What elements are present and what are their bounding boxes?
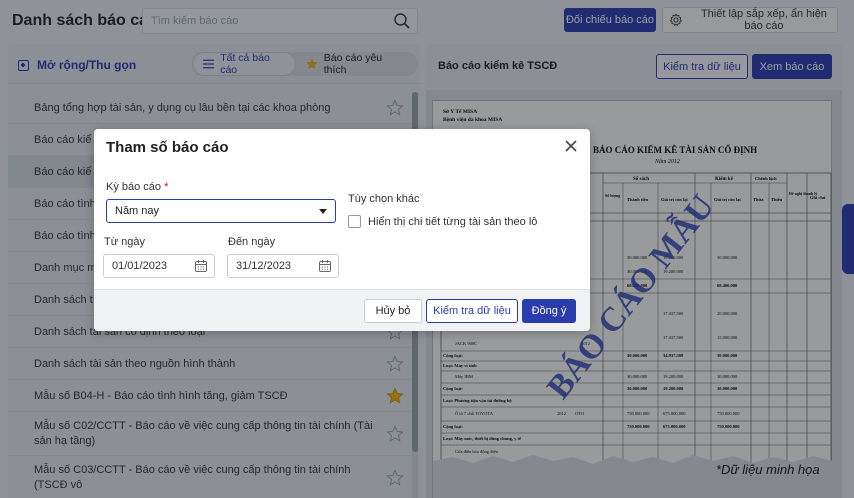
period-select-value: Năm nay xyxy=(115,205,160,217)
to-date-input[interactable]: 31/12/2023 xyxy=(227,254,339,278)
dialog-check-data-button[interactable]: Kiểm tra dữ liệu xyxy=(426,299,518,323)
close-icon[interactable] xyxy=(564,139,578,153)
required-mark: * xyxy=(164,181,169,193)
from-date-label: Từ ngày xyxy=(104,236,145,248)
report-parameters-dialog: Tham số báo cáo Kỳ báo cáo * Năm nay Tùy… xyxy=(94,129,590,331)
period-label-text: Kỳ báo cáo xyxy=(106,181,162,193)
from-date-value: 01/01/2023 xyxy=(112,260,168,272)
dialog-footer: Hủy bỏ Kiểm tra dữ liệu Đồng ý xyxy=(94,289,590,331)
period-label: Kỳ báo cáo * xyxy=(106,181,168,193)
confirm-button[interactable]: Đồng ý xyxy=(522,299,576,323)
cancel-button[interactable]: Hủy bỏ xyxy=(364,299,422,323)
dialog-title: Tham số báo cáo xyxy=(106,139,229,156)
detail-by-lot-checkbox[interactable] xyxy=(348,215,361,228)
calendar-icon[interactable] xyxy=(318,259,332,273)
to-date-label: Đến ngày xyxy=(228,236,276,248)
period-select[interactable]: Năm nay xyxy=(106,199,336,223)
other-options-label: Tùy chọn khác xyxy=(348,193,420,205)
detail-by-lot-label: Hiển thị chi tiết từng tài sản theo lô xyxy=(368,216,538,228)
from-date-input[interactable]: 01/01/2023 xyxy=(103,254,215,278)
calendar-icon[interactable] xyxy=(194,259,208,273)
to-date-value: 31/12/2023 xyxy=(236,260,292,272)
caret-down-icon xyxy=(319,209,327,214)
